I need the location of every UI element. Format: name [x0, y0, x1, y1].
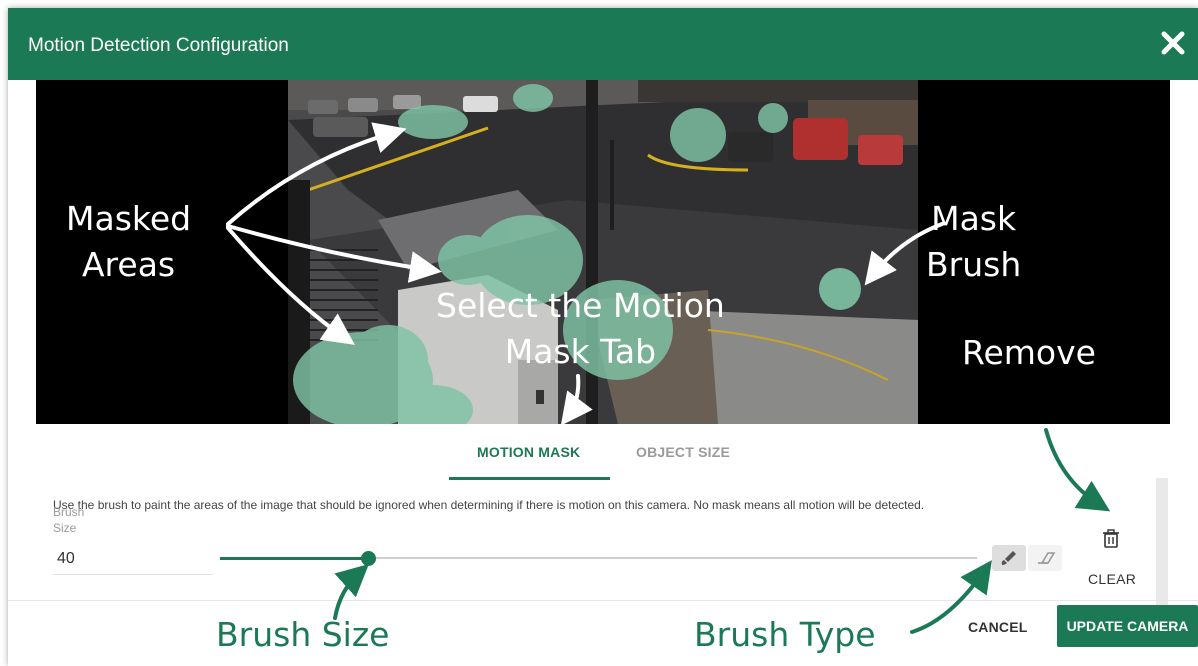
config-tabs: MOTION MASK OBJECT SIZE — [8, 424, 1198, 480]
brush-type-eraser-button[interactable] — [1028, 545, 1062, 571]
remove-mask-label-line2-wrap: Mask — [990, 375, 1075, 421]
masked-areas-label: Masked Areas — [66, 196, 191, 288]
close-icon[interactable] — [1160, 30, 1186, 56]
dialog-header: Motion Detection Configuration — [8, 8, 1198, 80]
select-tab-label-line1: Select the Motion — [436, 286, 725, 325]
clear-button[interactable]: CLEAR — [1088, 571, 1136, 587]
trash-icon[interactable] — [1102, 529, 1120, 549]
dialog-title: Motion Detection Configuration — [28, 35, 289, 56]
footer-divider — [8, 600, 1198, 601]
masked-areas-label-line1: Masked — [66, 199, 192, 238]
select-tab-label-line2: Mask Tab — [504, 332, 657, 371]
mask-brush-label: Mask Brush — [926, 196, 1021, 288]
brush-type-annotation: Brush Type — [694, 615, 876, 654]
masked-areas-label-line2: Areas — [81, 245, 176, 284]
brush-type-paint-button[interactable] — [992, 545, 1026, 571]
brush-size-label-line1: Brush — [53, 505, 85, 519]
brush-size-annotation: Brush Size — [216, 615, 390, 654]
scrollbar[interactable] — [1156, 478, 1168, 606]
help-text: Use the brush to paint the areas of the … — [53, 498, 925, 512]
brush-size-slider-thumb[interactable] — [361, 551, 376, 566]
tab-motion-mask[interactable]: MOTION MASK — [477, 444, 580, 460]
eraser-icon — [1038, 552, 1056, 564]
remove-mask-label: Remove — [962, 330, 1096, 376]
active-tab-indicator — [449, 477, 610, 480]
mask-brush-label-line2: Brush — [926, 245, 1022, 284]
camera-preview[interactable]: Masked Areas Mask Brush Select the Motio… — [36, 80, 1170, 424]
mask-brush-label-line1: Mask — [931, 199, 1017, 238]
remove-mask-label-line2: Mask — [990, 378, 1075, 417]
paint-brush-icon — [1001, 551, 1016, 565]
select-tab-label: Select the Motion Mask Tab — [436, 283, 725, 375]
motion-detection-dialog: Motion Detection Configuration Masked Ar… — [8, 8, 1198, 666]
tab-object-size[interactable]: OBJECT SIZE — [636, 444, 730, 460]
remove-mask-label-line1: Remove — [962, 333, 1096, 372]
update-camera-button[interactable]: UPDATE CAMERA — [1057, 605, 1198, 647]
cancel-button[interactable]: CANCEL — [968, 619, 1028, 635]
brush-size-label-line2: Size — [53, 521, 77, 535]
brush-size-input[interactable]: 40 — [53, 543, 213, 575]
brush-size-slider-fill — [220, 557, 370, 560]
brush-size-label: Brush Size — [53, 504, 93, 536]
